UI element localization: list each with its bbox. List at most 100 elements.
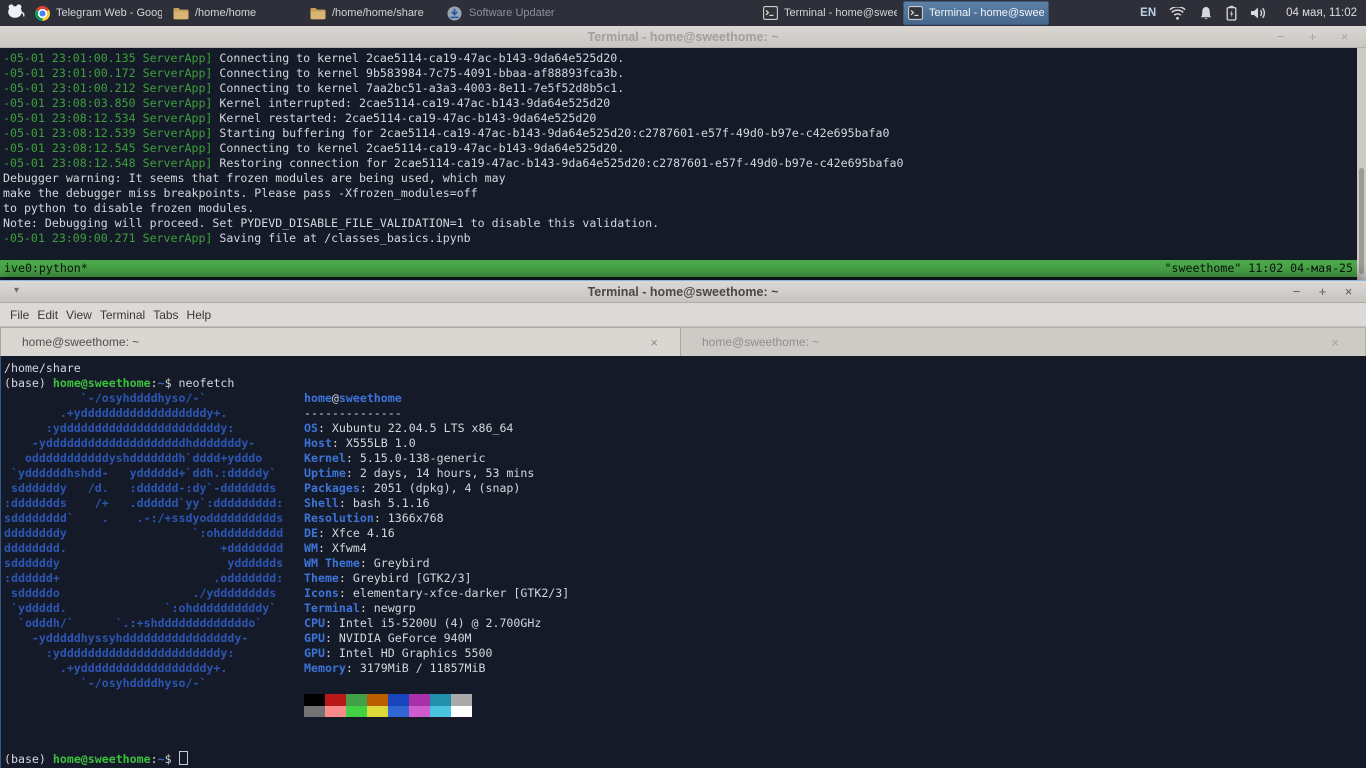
log-line: -05-01 23:01:00.135 ServerApp] Connectin…: [3, 51, 625, 65]
taskbar-button[interactable]: /home/home: [167, 1, 304, 25]
xubuntu-ascii-logo: `-/osyhddddhyso/-` .+ydddddddddddddddddd…: [4, 391, 284, 690]
clock[interactable]: 04 мая, 11:02: [1286, 7, 1357, 19]
window-menu-icon[interactable]: ▾: [14, 285, 19, 296]
neofetch-info-row: WM Theme: Greybird: [304, 556, 430, 570]
taskbar-button-label: Terminal - home@sweeth...: [929, 7, 1044, 19]
terminal-tab[interactable]: home@sweethome: ~ ×: [681, 327, 1366, 356]
chrome-icon: [35, 5, 50, 21]
log-line: -05-01 23:08:12.545 ServerApp] Connectin…: [3, 141, 625, 155]
log-line: -05-01 23:08:12.539 ServerApp] Starting …: [3, 126, 890, 140]
screen-window-name: ive0:python*: [4, 261, 88, 275]
applications-menu-button[interactable]: [0, 0, 30, 26]
log-line: Note: Debugging will proceed. Set PYDEVD…: [3, 216, 660, 230]
palette-swatch: [367, 705, 388, 717]
palette-swatch: [304, 705, 325, 717]
background-terminal-viewport[interactable]: -05-01 23:01:00.135 ServerApp] Connectin…: [0, 48, 1366, 280]
conda-env: (base): [4, 752, 53, 766]
background-window-titlebar[interactable]: Terminal - home@sweethome: ~ − + ×: [0, 26, 1366, 48]
background-terminal-window: Terminal - home@sweethome: ~ − + × -05-0…: [0, 26, 1366, 280]
menu-item-help[interactable]: Help: [183, 308, 216, 322]
folder-icon: [309, 7, 326, 20]
menu-item-view[interactable]: View: [62, 308, 96, 322]
close-button[interactable]: ×: [1337, 29, 1352, 44]
taskbar-button[interactable]: Terminal - home@sweeth...: [903, 1, 1049, 25]
tray-icons: [1169, 5, 1267, 21]
neofetch-info-row: Host: X555LB 1.0: [304, 436, 416, 450]
palette-swatch: [409, 694, 430, 706]
palette-swatch: [367, 694, 388, 706]
palette-swatch: [304, 694, 325, 706]
taskbar-button-label: /home/home/share: [332, 7, 424, 19]
log-line: Debugger warning: It seems that frozen m…: [3, 171, 506, 185]
palette-swatch: [388, 694, 409, 706]
neofetch-info: home@sweethome -------------- OS: Xubuntu …: [304, 391, 569, 676]
server-log: -05-01 23:01:00.135 ServerApp] Connectin…: [3, 51, 903, 246]
log-line: -05-01 23:01:00.172 ServerApp] Connectin…: [3, 66, 625, 80]
neofetch-info-row: Terminal: newgrp: [304, 601, 416, 615]
neofetch-user-host: home@sweethome: [304, 391, 402, 405]
gnu-screen-status-bar: ive0:python* "sweethome" 11:02 04-мая-25: [0, 260, 1357, 277]
window-titlebar[interactable]: ▾ Terminal - home@sweethome: ~ − + ×: [0, 280, 1366, 303]
scrollbar[interactable]: [1357, 48, 1366, 280]
folder-icon: [172, 7, 189, 20]
terminal-prompt-line: (base) home@sweethome:~$ neofetch: [4, 376, 235, 390]
volume-icon[interactable]: [1250, 6, 1267, 20]
minimize-button[interactable]: −: [1289, 284, 1304, 299]
maximize-button[interactable]: +: [1305, 29, 1320, 44]
background-window-controls: − + ×: [1273, 26, 1352, 47]
bell-icon[interactable]: [1199, 6, 1213, 21]
whisker-mouse-icon: [6, 3, 25, 24]
palette-row: [304, 705, 1366, 717]
log-timestamp: -05-01 23:08:12.534 ServerApp]: [3, 111, 213, 125]
neofetch-output: `-/osyhddddhyso/-` .+ydddddddddddddddddd…: [1, 391, 1366, 721]
palette-row: [304, 694, 1366, 706]
menu-item-edit[interactable]: Edit: [33, 308, 62, 322]
neofetch-info-row: Resolution: 1366x768: [304, 511, 444, 525]
conda-env: (base): [4, 376, 53, 390]
top-panel: Telegram Web - Google C... /home/home/hom…: [0, 0, 1366, 26]
tab-close-icon[interactable]: ×: [1331, 335, 1339, 350]
tab-close-icon[interactable]: ×: [650, 335, 658, 350]
taskbar-button[interactable]: Terminal - home@sweeth...: [758, 1, 902, 25]
log-timestamp: -05-01 23:08:12.545 ServerApp]: [3, 141, 213, 155]
neofetch-info-row: OS: Xubuntu 22.04.5 LTS x86_64: [304, 421, 514, 435]
system-tray: EN 04 мая, 11:02: [1140, 0, 1366, 26]
terminal-output-line: /home/share: [4, 361, 81, 375]
palette-swatch: [325, 694, 346, 706]
cwd: ~: [157, 752, 165, 766]
screen-host-clock: "sweethome" 11:02 04-мая-25: [1164, 261, 1353, 275]
tab-label: home@sweethome: ~: [22, 335, 140, 349]
tab-label: home@sweethome: ~: [702, 335, 820, 349]
neofetch-separator: --------------: [304, 406, 402, 420]
terminal-window: ▾ Terminal - home@sweethome: ~ − + × Fil…: [0, 280, 1366, 768]
battery-icon[interactable]: [1226, 5, 1237, 21]
keyboard-layout-indicator[interactable]: EN: [1140, 7, 1156, 19]
menu-item-file[interactable]: File: [6, 308, 33, 322]
palette-swatch: [451, 705, 472, 717]
log-timestamp: -05-01 23:08:03.850 ServerApp]: [3, 96, 213, 110]
taskbar-button[interactable]: Telegram Web - Google C...: [30, 1, 167, 25]
palette-swatch: [346, 705, 367, 717]
taskbar-button[interactable]: /home/home/share: [304, 1, 441, 25]
log-timestamp: -05-01 23:01:00.212 ServerApp]: [3, 81, 213, 95]
scrollbar-thumb[interactable]: [1359, 168, 1364, 274]
window-title: Terminal - home@sweethome: ~: [587, 284, 779, 299]
palette-swatch: [325, 705, 346, 717]
menu-item-tabs[interactable]: Tabs: [149, 308, 182, 322]
minimize-button[interactable]: −: [1273, 29, 1288, 44]
command: neofetch: [178, 376, 235, 390]
background-window-title: Terminal - home@sweethome: ~: [587, 29, 779, 44]
menu-item-terminal[interactable]: Terminal: [96, 308, 149, 322]
neofetch-info-row: Packages: 2051 (dpkg), 4 (snap): [304, 481, 521, 495]
log-line: -05-01 23:08:03.850 ServerApp] Kernel in…: [3, 96, 611, 110]
neofetch-info-row: Theme: Greybird [GTK2/3]: [304, 571, 472, 585]
taskbar-button[interactable]: Software Updater: [441, 1, 578, 25]
log-timestamp: -05-01 23:09:00.271 ServerApp]: [3, 231, 213, 245]
wifi-icon[interactable]: [1169, 6, 1186, 20]
neofetch-info-row: DE: Xfce 4.16: [304, 526, 395, 540]
terminal-viewport[interactable]: /home/share (base) home@sweethome:~$ neo…: [0, 356, 1366, 768]
maximize-button[interactable]: +: [1315, 284, 1330, 299]
close-button[interactable]: ×: [1341, 284, 1356, 299]
terminal-tab[interactable]: home@sweethome: ~ ×: [0, 327, 681, 356]
neofetch-info-row: CPU: Intel i5-5200U (4) @ 2.700GHz: [304, 616, 542, 630]
